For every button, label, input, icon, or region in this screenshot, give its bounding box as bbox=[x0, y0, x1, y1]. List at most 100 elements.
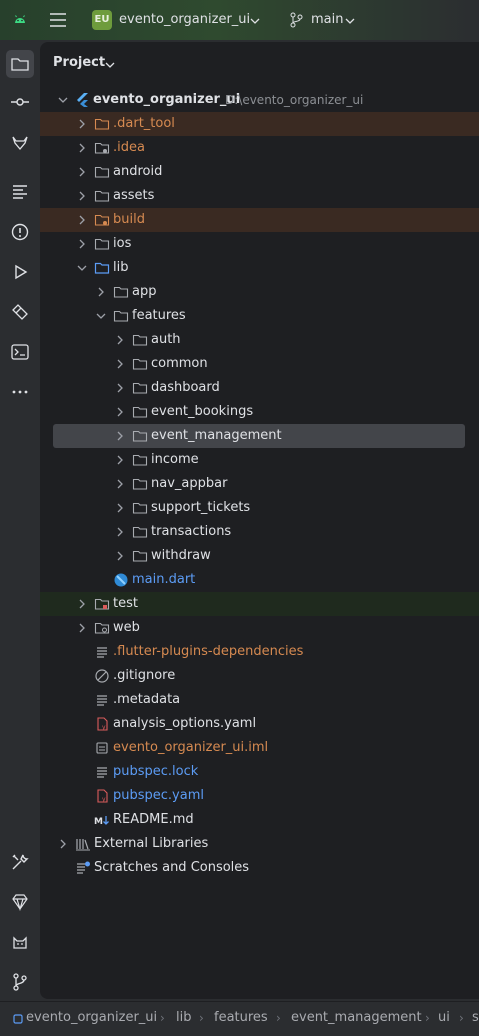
tree-item-label: web bbox=[113, 620, 140, 635]
chevron-right-icon[interactable] bbox=[76, 598, 88, 610]
tree-item[interactable]: main.dart bbox=[40, 568, 479, 592]
tree-item[interactable]: web bbox=[40, 616, 479, 640]
tree-item[interactable]: .dart_tool bbox=[40, 112, 479, 136]
tree-item[interactable]: common bbox=[40, 352, 479, 376]
tree-item[interactable]: event_management bbox=[53, 424, 465, 448]
build-icon[interactable] bbox=[8, 300, 32, 324]
tree-item[interactable]: android bbox=[40, 160, 479, 184]
tree-item[interactable]: Scratches and Consoles bbox=[40, 856, 479, 880]
breadcrumb-separator-icon: › bbox=[425, 1011, 430, 1025]
flutter-icon bbox=[75, 92, 91, 108]
tree-item[interactable]: event_bookings bbox=[40, 400, 479, 424]
breadcrumb-item[interactable]: ui bbox=[438, 1010, 450, 1026]
tree-item[interactable]: .gitignore bbox=[40, 664, 479, 688]
tree-item-label: build bbox=[113, 212, 145, 227]
chevron-right-icon[interactable] bbox=[95, 286, 107, 298]
terminal-icon[interactable] bbox=[8, 340, 32, 364]
chevron-right-icon[interactable] bbox=[76, 622, 88, 634]
main-menu-icon[interactable] bbox=[49, 12, 67, 32]
breadcrumb-item[interactable]: evento_organizer_ui bbox=[26, 1010, 157, 1026]
tree-item[interactable]: y pubspec.yaml bbox=[40, 784, 479, 808]
chevron-right-icon[interactable] bbox=[114, 358, 126, 370]
folder-icon bbox=[94, 188, 110, 204]
module-icon bbox=[13, 1013, 23, 1028]
project-selector[interactable]: EU evento_organizer_ui bbox=[92, 9, 262, 31]
tree-item[interactable]: features bbox=[40, 304, 479, 328]
tree-root[interactable]: evento_organizer_ui D:\evento_organizer_… bbox=[40, 88, 479, 112]
tree-item[interactable]: income bbox=[40, 448, 479, 472]
breadcrumb-item[interactable]: s bbox=[472, 1010, 479, 1026]
tree-item[interactable]: test bbox=[40, 592, 479, 616]
breadcrumb-item[interactable]: event_management bbox=[291, 1010, 422, 1026]
chevron-right-icon[interactable] bbox=[114, 382, 126, 394]
tree-item[interactable]: build bbox=[40, 208, 479, 232]
tools-icon[interactable] bbox=[8, 850, 32, 874]
tree-item[interactable]: pubspec.lock bbox=[40, 760, 479, 784]
tree-item-label: evento_organizer_ui.iml bbox=[113, 740, 269, 755]
tree-item[interactable]: auth bbox=[40, 328, 479, 352]
chevron-right-icon[interactable] bbox=[114, 526, 126, 538]
problems-icon[interactable] bbox=[8, 220, 32, 244]
git-icon[interactable] bbox=[8, 970, 32, 994]
chevron-right-icon[interactable] bbox=[76, 238, 88, 250]
tree-item[interactable]: nav_appbar bbox=[40, 472, 479, 496]
tree-item[interactable]: withdraw bbox=[40, 544, 479, 568]
tree-item[interactable]: evento_organizer_ui.iml bbox=[40, 736, 479, 760]
tree-item[interactable]: assets bbox=[40, 184, 479, 208]
folder-icon bbox=[132, 524, 148, 540]
cat-icon[interactable] bbox=[8, 930, 32, 954]
tree-item-label: support_tickets bbox=[151, 500, 251, 515]
gitlab-icon[interactable] bbox=[8, 130, 32, 154]
folder-icon bbox=[94, 116, 110, 132]
breadcrumb-item[interactable]: lib bbox=[176, 1010, 191, 1026]
source-folder-icon bbox=[94, 260, 110, 276]
tree-item[interactable]: .idea bbox=[40, 136, 479, 160]
branch-selector[interactable]: main bbox=[289, 9, 359, 31]
commit-icon[interactable] bbox=[8, 90, 32, 114]
tree-item[interactable]: ios bbox=[40, 232, 479, 256]
folder-icon[interactable] bbox=[6, 50, 34, 78]
tree-item-label: transactions bbox=[151, 524, 232, 539]
chevron-right-icon[interactable] bbox=[57, 838, 69, 850]
tree-item[interactable]: dashboard bbox=[40, 376, 479, 400]
folder-icon bbox=[94, 164, 110, 180]
more-icon[interactable] bbox=[8, 380, 32, 404]
tree-item[interactable]: y analysis_options.yaml bbox=[40, 712, 479, 736]
folder-icon bbox=[132, 356, 148, 372]
tree-item-label: .gitignore bbox=[113, 668, 176, 683]
breadcrumb-item[interactable]: features bbox=[214, 1010, 268, 1026]
panel-header[interactable]: Project bbox=[53, 54, 173, 72]
gem-icon[interactable] bbox=[8, 890, 32, 914]
tree-item[interactable]: lib bbox=[40, 256, 479, 280]
chevron-right-icon[interactable] bbox=[76, 214, 88, 226]
tree-item[interactable]: app bbox=[40, 280, 479, 304]
chevron-right-icon[interactable] bbox=[114, 430, 126, 442]
chevron-right-icon[interactable] bbox=[114, 502, 126, 514]
chevron-down-icon[interactable] bbox=[57, 94, 69, 106]
chevron-right-icon[interactable] bbox=[114, 454, 126, 466]
tree-item-label: lib bbox=[113, 260, 129, 275]
chevron-right-icon[interactable] bbox=[114, 406, 126, 418]
tree-item[interactable]: support_tickets bbox=[40, 496, 479, 520]
chevron-down-icon[interactable] bbox=[76, 262, 88, 274]
chevron-right-icon[interactable] bbox=[114, 478, 126, 490]
chevron-right-icon[interactable] bbox=[114, 334, 126, 346]
tree-item[interactable]: .metadata bbox=[40, 688, 479, 712]
tree-item[interactable]: .flutter-plugins-dependencies bbox=[40, 640, 479, 664]
structure-icon[interactable] bbox=[8, 180, 32, 204]
tree-item[interactable]: transactions bbox=[40, 520, 479, 544]
tree-item-label: withdraw bbox=[151, 548, 211, 563]
chevron-right-icon[interactable] bbox=[76, 142, 88, 154]
chevron-right-icon[interactable] bbox=[114, 550, 126, 562]
chevron-down-icon[interactable] bbox=[95, 310, 107, 322]
tree-item[interactable]: M README.md bbox=[40, 808, 479, 832]
svg-text:y: y bbox=[102, 724, 106, 731]
chevron-right-icon[interactable] bbox=[76, 190, 88, 202]
svg-text:y: y bbox=[102, 796, 106, 803]
chevron-right-icon[interactable] bbox=[76, 166, 88, 178]
tree-item-label: Scratches and Consoles bbox=[94, 860, 250, 875]
chevron-right-icon[interactable] bbox=[76, 118, 88, 130]
run-icon[interactable] bbox=[8, 260, 32, 284]
test-folder-icon bbox=[94, 596, 110, 612]
tree-item[interactable]: External Libraries bbox=[40, 832, 479, 856]
